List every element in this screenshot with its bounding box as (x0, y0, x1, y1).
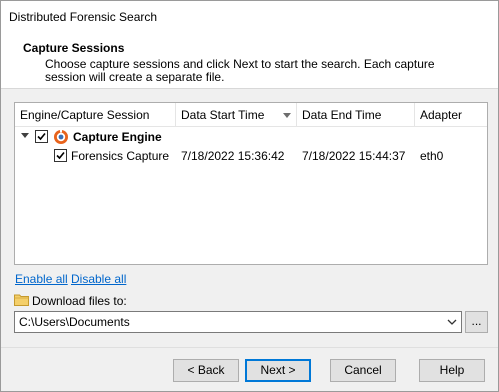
expand-collapse-icon[interactable] (21, 133, 29, 138)
checkmark-icon (56, 151, 65, 160)
session-name: Forensics Capture (71, 149, 170, 163)
window-title: Distributed Forensic Search (9, 10, 158, 24)
disable-all-link[interactable]: Disable all (71, 272, 126, 286)
column-header-adapter[interactable]: Adapter (415, 103, 487, 127)
help-button[interactable]: Help (419, 359, 485, 382)
chevron-down-icon[interactable] (443, 312, 461, 332)
folder-icon (14, 294, 29, 306)
engine-group-checkbox[interactable] (35, 130, 48, 143)
page-title: Capture Sessions (23, 41, 125, 55)
column-header-row: Engine/Capture Session Data Start Time D… (15, 103, 487, 127)
download-label: Download files to: (32, 294, 127, 308)
engine-group-label: Capture Engine (73, 130, 162, 144)
session-checkbox[interactable] (54, 149, 67, 162)
session-end-time: 7/18/2022 15:44:37 (302, 149, 406, 163)
session-adapter: eth0 (420, 149, 444, 163)
download-path-combobox[interactable]: C:\Users\Documents (14, 311, 462, 333)
footer-divider (1, 347, 498, 348)
table-row[interactable]: Forensics Capture 7/18/2022 15:36:42 7/1… (15, 146, 487, 166)
column-header-session[interactable]: Engine/Capture Session (15, 103, 176, 127)
engine-group-row[interactable]: Capture Engine (15, 127, 487, 147)
back-button[interactable]: < Back (173, 359, 239, 382)
sort-descending-icon (283, 113, 291, 118)
cancel-button[interactable]: Cancel (330, 359, 396, 382)
wizard-header: Capture Sessions Choose capture sessions… (1, 31, 498, 89)
page-description: Choose capture sessions and click Next t… (45, 57, 435, 84)
column-header-start-time-label: Data Start Time (181, 108, 265, 122)
next-button[interactable]: Next > (245, 359, 311, 382)
session-start-time: 7/18/2022 15:36:42 (181, 149, 285, 163)
dialog-window: Distributed Forensic Search Capture Sess… (0, 0, 499, 392)
column-header-end-time[interactable]: Data End Time (297, 103, 415, 127)
title-bar: Distributed Forensic Search (1, 1, 498, 31)
enable-all-link[interactable]: Enable all (15, 272, 68, 286)
column-header-start-time[interactable]: Data Start Time (176, 103, 297, 127)
checkmark-icon (37, 132, 46, 141)
browse-button[interactable]: ... (465, 311, 488, 333)
capture-session-list[interactable]: Engine/Capture Session Data Start Time D… (14, 102, 488, 265)
download-path-value[interactable]: C:\Users\Documents (19, 312, 130, 332)
capture-engine-icon (54, 129, 68, 144)
